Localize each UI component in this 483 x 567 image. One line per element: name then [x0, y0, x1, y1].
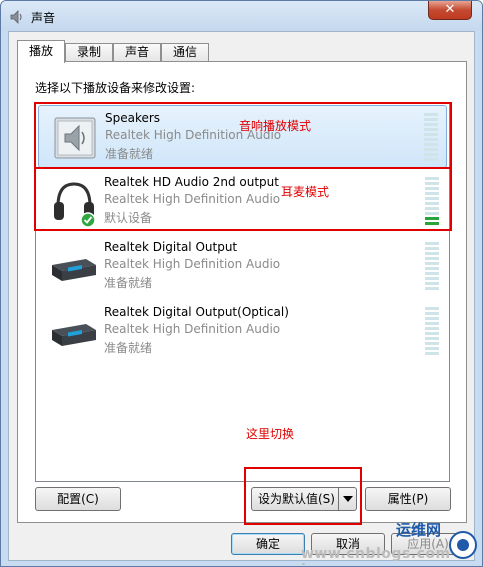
optical-output-icon: [52, 324, 96, 346]
tab-communications[interactable]: 通信: [161, 43, 209, 62]
sound-dialog: 声音 ✕ 播放 录制 声音 通信 选择以下播放设备来修改设置: Speakers…: [0, 0, 483, 567]
tab-playback[interactable]: 播放: [17, 40, 65, 63]
playback-panel: 选择以下播放设备来修改设置: Speakers Realtek High Def…: [17, 61, 467, 525]
device-status: 准备就绪: [104, 276, 153, 290]
device-name: Realtek Digital Output: [104, 240, 238, 254]
dialog-client: 播放 录制 声音 通信 选择以下播放设备来修改设置: Speakers Real…: [8, 31, 475, 561]
device-status: 准备就绪: [104, 341, 153, 355]
instruction-text: 选择以下播放设备来修改设置:: [35, 81, 196, 95]
digital-output-icon: [52, 259, 96, 281]
watermark-title: 运维网: [396, 521, 442, 539]
annotation-box-speakers: [34, 102, 452, 169]
annotation-switch-here: 这里切换: [246, 427, 295, 441]
speaker-title-icon: [10, 10, 22, 24]
ok-button[interactable]: 确定: [231, 533, 305, 555]
device-name: Realtek Digital Output(Optical): [104, 305, 289, 319]
annotation-headphone-mode: 耳麦模式: [281, 185, 330, 199]
properties-button[interactable]: 属性(P): [365, 487, 451, 511]
title-bar[interactable]: 声音 ✕: [1, 1, 482, 31]
device-item-digital-output[interactable]: Realtek Digital Output Realtek High Defi…: [38, 235, 447, 298]
device-item-optical-output[interactable]: Realtek Digital Output(Optical) Realtek …: [38, 300, 447, 363]
close-button[interactable]: ✕: [428, 1, 472, 20]
tab-sounds[interactable]: 声音: [113, 43, 161, 62]
watermark-url: www.cnblogs.com iyunv.com: [301, 546, 451, 566]
device-driver: Realtek High Definition Audio: [104, 322, 281, 336]
tab-recording[interactable]: 录制: [65, 43, 113, 62]
volume-meter: [425, 242, 439, 292]
volume-meter: [425, 307, 439, 357]
annotation-box-set-default: [244, 467, 362, 525]
annotation-box-headphones: [34, 167, 452, 231]
annotation-speaker-mode: 音响播放模式: [239, 119, 312, 133]
close-icon: ✕: [444, 2, 456, 17]
configure-button[interactable]: 配置(C): [35, 487, 121, 511]
window-title: 声音: [31, 11, 56, 25]
device-driver: Realtek High Definition Audio: [104, 257, 281, 271]
